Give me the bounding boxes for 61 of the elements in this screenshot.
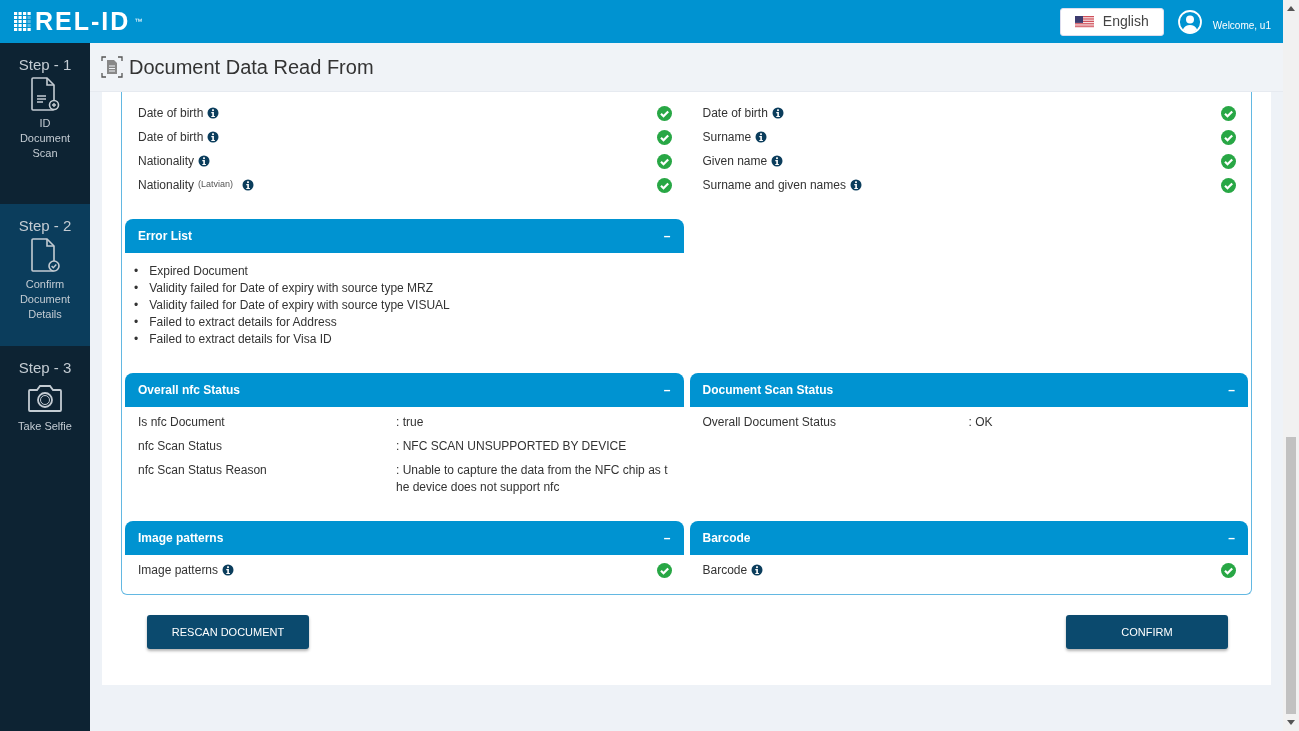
field-value: : true [396, 414, 425, 431]
info-icon [198, 155, 211, 167]
document-plus-icon [29, 76, 61, 112]
scrollbar[interactable] [1283, 0, 1299, 731]
info-icon [771, 155, 784, 167]
check-label: Nationality [138, 153, 195, 170]
info-icon [755, 131, 768, 143]
step-item[interactable]: Step - 2 Confirm Document Details [0, 204, 90, 346]
panel-title: Error List [138, 228, 192, 245]
info-icon [751, 564, 764, 576]
document-scan-icon [101, 56, 123, 78]
list-bullet: • [134, 331, 139, 348]
logo-icon [14, 12, 31, 31]
error-item: Failed to extract details for Address [149, 314, 337, 331]
check-label: Surname [702, 129, 752, 146]
field-value: : OK [968, 414, 994, 431]
check-note: (Latvian) [198, 178, 234, 192]
error-item: Failed to extract details for Visa ID [149, 331, 332, 348]
field-label: nfc Scan Status [138, 438, 224, 455]
panel-title: Document Scan Status [702, 382, 834, 399]
check-label: Date of birth [702, 105, 768, 122]
error-item: Expired Document [149, 263, 248, 280]
step-item[interactable]: Step - 3 Take Selfie [0, 346, 90, 488]
info-icon [849, 179, 862, 191]
trademark-mark: ™ [134, 15, 143, 28]
info-icon [242, 179, 255, 191]
document-check-icon [29, 237, 61, 273]
error-item: Validity failed for Date of expiry with source type VISUAL [149, 297, 450, 314]
field-label: nfc Scan Status Reason [138, 462, 268, 479]
user-avatar-icon [1177, 9, 1202, 34]
check-label: Barcode [702, 562, 748, 579]
error-item: Validity failed for Date of expiry with source type MRZ [149, 280, 434, 297]
list-bullet: • [134, 263, 139, 280]
confirm-button[interactable]: CONFIRM [1066, 615, 1228, 649]
language-button[interactable]: English [1059, 7, 1164, 36]
check-label: Surname and given names [702, 177, 846, 194]
panel-title: Image patterns [138, 530, 224, 547]
check-label: Nationality [138, 177, 195, 194]
field-value: : NFC SCAN UNSUPPORTED BY DEVICE [396, 438, 628, 455]
info-icon [771, 107, 784, 119]
logo-text: REL-ID [35, 9, 131, 34]
check-label: Date of birth [138, 105, 204, 122]
page-title: Document Data Read From [129, 55, 374, 80]
flag-icon [1074, 15, 1094, 28]
list-bullet: • [134, 297, 139, 314]
welcome-text: Welcome, u1 [1212, 19, 1271, 33]
field-value: : Unable to capture the data from the NFC chip as the device does not support nfc [396, 462, 669, 496]
list-bullet: • [134, 280, 139, 297]
field-label: Overall Document Status [702, 414, 837, 431]
panel-title: Barcode [702, 530, 751, 547]
check-label: Date of birth [138, 129, 204, 146]
step-item[interactable]: Step - 1 ID Document Scan [0, 43, 90, 204]
list-bullet: • [134, 314, 139, 331]
check-label: Image patterns [138, 562, 219, 579]
info-icon [222, 564, 235, 576]
panel-title: Overall nfc Status [138, 382, 241, 399]
rescan-button[interactable]: RESCAN DOCUMENT [147, 615, 309, 649]
info-icon [207, 107, 220, 119]
info-icon [207, 131, 220, 143]
check-label: Given name [702, 153, 768, 170]
field-label: Is nfc Document [138, 414, 226, 431]
